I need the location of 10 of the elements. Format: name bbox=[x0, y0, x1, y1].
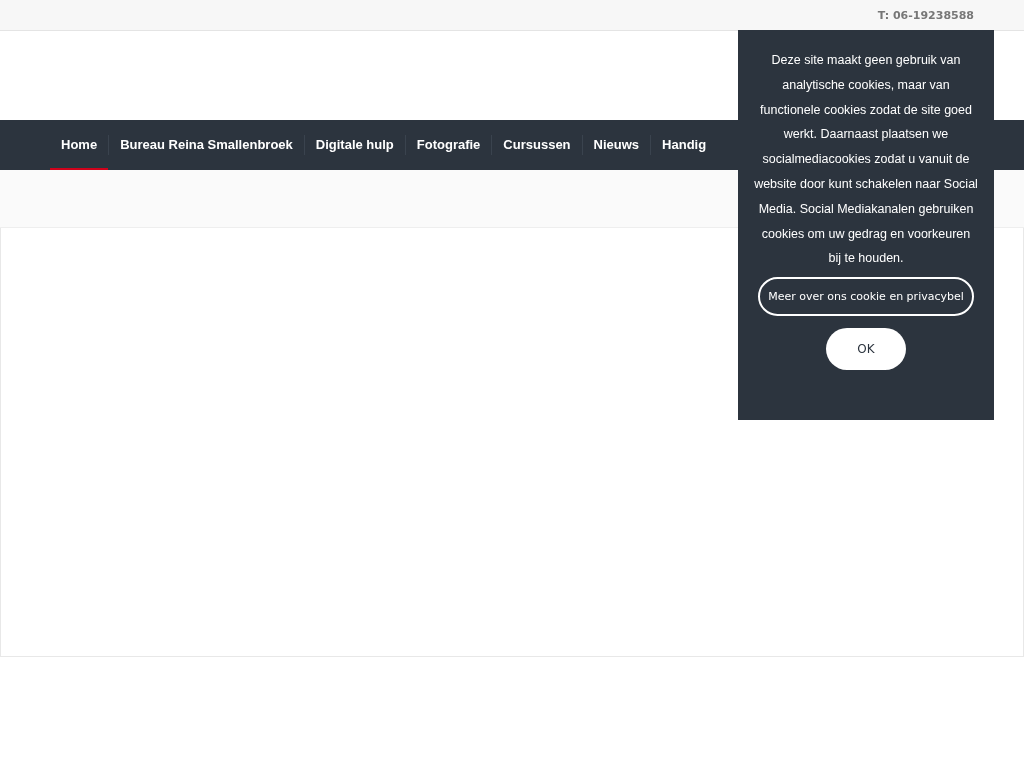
ok-button[interactable]: OK bbox=[826, 328, 906, 371]
cookie-text: Deze site maakt geen gebruik van analytische cookies, maar van functionele cookies zodat de site goed werkt. Daarnaast plaatsen we socialmediacookies zodat u vanuit de website door kunt schakelen naar Social Media. Social Mediakanalen gebruiken cookies om uw gedrag en voorkeuren bij te houden. bbox=[753, 52, 979, 268]
nav-item[interactable]: Cursussen bbox=[492, 120, 582, 170]
phone-number: T: 06-19238588 bbox=[877, 8, 974, 22]
nav-item[interactable]: Nieuws bbox=[582, 120, 651, 170]
policy-link[interactable]: Meer over ons cookie en privacybel bbox=[758, 277, 974, 317]
nav-item[interactable]: Handig bbox=[651, 120, 718, 170]
nav-item[interactable]: Fotografie bbox=[405, 120, 492, 170]
nav-item[interactable]: Bureau Reina Smallenbroek bbox=[109, 120, 304, 170]
nav-item[interactable]: Digitale hulp bbox=[304, 120, 405, 170]
